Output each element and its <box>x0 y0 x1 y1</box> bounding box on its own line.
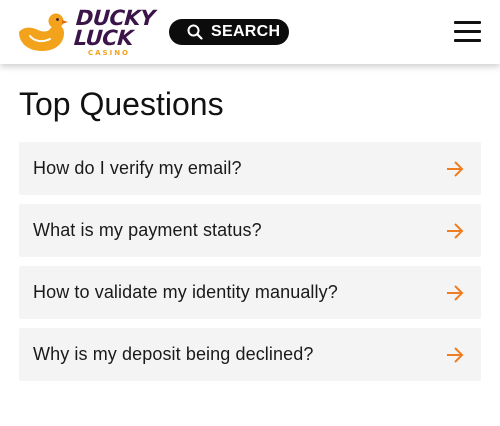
question-item[interactable]: How to validate my identity manually? <box>19 266 481 319</box>
arrow-right-icon <box>447 161 464 177</box>
search-button-label: SEARCH <box>211 23 281 40</box>
question-item[interactable]: What is my payment status? <box>19 204 481 257</box>
question-text: Why is my deposit being declined? <box>33 344 314 364</box>
question-text: How do I verify my email? <box>33 158 242 178</box>
logo-wordmark: DUCKY LUCK CASINO <box>73 6 158 58</box>
menu-bar-bottom <box>454 39 481 42</box>
question-text: How to validate my identity manually? <box>33 282 338 302</box>
duck-icon <box>19 13 68 51</box>
questions-list: How do I verify my email? What is my pay… <box>19 142 481 390</box>
question-item[interactable]: How do I verify my email? <box>19 142 481 195</box>
ducky-luck-logo[interactable]: DUCKY LUCK CASINO <box>16 6 158 58</box>
menu-bar-top <box>454 21 481 24</box>
arrow-right-icon <box>447 285 464 301</box>
search-icon <box>187 24 203 40</box>
logo-line-1: DUCKY <box>75 6 156 30</box>
search-button[interactable]: SEARCH <box>169 19 289 45</box>
logo-subtitle: CASINO <box>88 49 131 57</box>
question-item[interactable]: Why is my deposit being declined? <box>19 328 481 381</box>
question-text: What is my payment status? <box>33 220 262 240</box>
arrow-right-icon <box>447 347 464 363</box>
site-header: DUCKY LUCK CASINO SEARCH <box>0 0 500 64</box>
arrow-right-icon <box>447 223 464 239</box>
logo-line-2: LUCK <box>73 26 134 50</box>
menu-bar-middle <box>454 30 481 33</box>
hamburger-menu-icon[interactable] <box>454 21 481 43</box>
page-title: Top Questions <box>19 86 224 122</box>
